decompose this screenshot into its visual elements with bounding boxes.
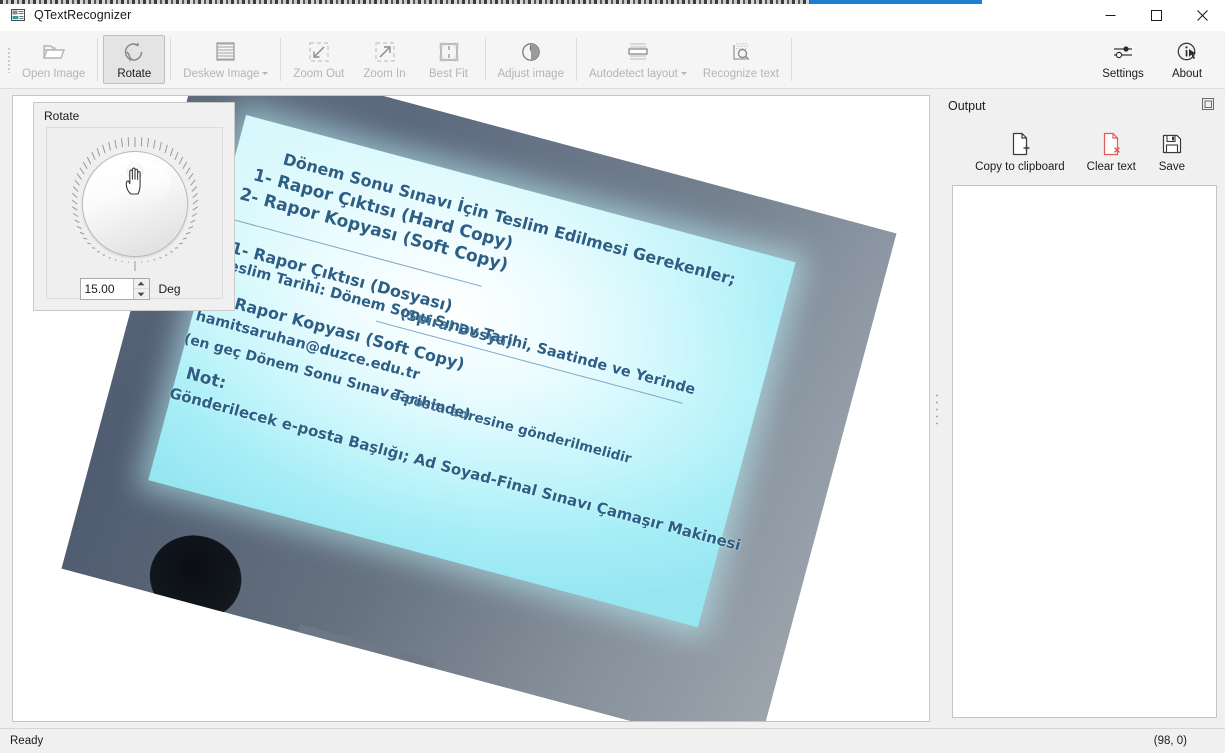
- main-body: Dönem Sonu Sınavı İçin Teslim Edilmesi G…: [0, 89, 1225, 728]
- rotation-value-input[interactable]: [80, 279, 133, 299]
- title-bar: QTextRecognizer: [0, 0, 1225, 31]
- toolbar-button-settings[interactable]: Settings: [1092, 35, 1154, 84]
- rotation-spinbox[interactable]: [79, 278, 150, 300]
- rotate-panel-body: Deg: [46, 127, 223, 300]
- toolbar-separator: [790, 38, 792, 81]
- best-fit-icon: [434, 39, 464, 65]
- document-plus-icon: [1006, 131, 1034, 157]
- toolbar-label-recognize-text: Recognize text: [702, 68, 779, 80]
- document-delete-icon: [1097, 131, 1125, 157]
- clear-text-button[interactable]: Clear text: [1083, 129, 1140, 175]
- output-title: Output: [948, 99, 986, 113]
- contrast-circle-icon: [516, 39, 546, 65]
- toolbar-button-about[interactable]: About: [1156, 35, 1218, 84]
- save-button[interactable]: Save: [1154, 129, 1190, 175]
- rotate-icon: [119, 39, 149, 65]
- toolbar-drag-handle[interactable]: [4, 31, 14, 88]
- rotation-dial[interactable]: [67, 136, 203, 272]
- image-canvas[interactable]: Dönem Sonu Sınavı İçin Teslim Edilmesi G…: [12, 95, 930, 722]
- toolbar-button-zoom-in[interactable]: Zoom In: [354, 35, 416, 84]
- close-button[interactable]: [1179, 0, 1225, 31]
- toolbar-button-rotate[interactable]: Rotate: [103, 35, 166, 84]
- minimize-button[interactable]: [1087, 0, 1133, 31]
- app-window-icon: [10, 7, 26, 23]
- layout-detect-icon: [623, 39, 653, 65]
- maximize-button[interactable]: [1133, 0, 1179, 31]
- toolbar-button-open-image[interactable]: Open Image: [15, 35, 92, 84]
- toolbar-button-deskew-image[interactable]: Deskew Image: [176, 35, 275, 84]
- toolbar-label-adjust-image: Adjust image: [497, 68, 564, 80]
- clear-text-label: Clear text: [1086, 161, 1136, 173]
- toolbar-button-recognize-text[interactable]: Recognize text: [696, 35, 786, 84]
- degree-unit-label: Deg: [158, 282, 181, 296]
- toolbar-right-group: Settings About: [1091, 31, 1225, 88]
- toolbar-label-open-image: Open Image: [22, 68, 86, 80]
- toolbar-label-best-fit: Best Fit: [429, 68, 468, 80]
- spinbox-stepper[interactable]: [132, 279, 149, 299]
- rotate-panel: Rotate 15.00 Deg: [33, 102, 235, 311]
- status-message: Ready: [10, 735, 44, 747]
- toolbar-separator: [280, 38, 282, 81]
- cursor-coordinates: (98, 0): [1153, 735, 1187, 747]
- copy-to-clipboard-label: Copy to clipboard: [975, 161, 1065, 173]
- toolbar-label-rotate: Rotate: [117, 68, 152, 80]
- toolbar-separator: [575, 38, 577, 81]
- folder-open-icon: [39, 39, 69, 65]
- window-controls: [1087, 0, 1225, 31]
- floppy-save-icon: [1158, 131, 1186, 157]
- save-label: Save: [1158, 161, 1185, 173]
- copy-to-clipboard-button[interactable]: Copy to clipboard: [971, 129, 1069, 175]
- toolbar-button-best-fit[interactable]: Best Fit: [418, 35, 480, 84]
- toolbar-label-zoom-in: Zoom In: [363, 68, 406, 80]
- output-actions: Copy to clipboard Clear text Save: [944, 117, 1217, 185]
- image-pane: Dönem Sonu Sınavı İçin Teslim Edilmesi G…: [0, 89, 930, 728]
- application-window: QTextRecognizer Open Image Rotate Deskew…: [0, 0, 1225, 753]
- status-bar: Ready (98, 0): [0, 728, 1225, 753]
- toolbar-separator: [97, 38, 99, 81]
- toolbar-label-about: About: [1171, 68, 1203, 80]
- undock-icon[interactable]: [1201, 97, 1215, 111]
- rotate-panel-title: Rotate: [44, 109, 80, 123]
- info-circle-icon: [1172, 39, 1202, 65]
- toolbar-label-zoom-out: Zoom Out: [293, 68, 345, 80]
- rotation-value-row: Deg: [79, 278, 181, 300]
- spinbox-up-arrow[interactable]: [133, 279, 149, 289]
- output-text-area[interactable]: [952, 185, 1217, 718]
- toolbar-label-settings: Settings: [1102, 68, 1144, 80]
- pane-splitter[interactable]: [930, 89, 944, 728]
- toolbar-button-autodetect-layout[interactable]: Autodetect layout: [582, 35, 694, 84]
- sliders-icon: [1108, 39, 1138, 65]
- main-toolbar: Open Image Rotate Deskew Image Zoom Out …: [0, 31, 1225, 89]
- spinbox-down-arrow[interactable]: [134, 289, 149, 299]
- toolbar-button-adjust-image[interactable]: Adjust image: [491, 35, 571, 84]
- toolbar-label-deskew-image: Deskew Image: [183, 68, 268, 81]
- toolbar-button-zoom-out[interactable]: Zoom Out: [286, 35, 351, 84]
- pointing-hand-cursor: [125, 167, 141, 195]
- toolbar-separator: [484, 38, 486, 81]
- ocr-magnifier-icon: [726, 39, 756, 65]
- zoom-out-icon: [304, 39, 334, 65]
- deskew-lines-icon: [211, 39, 241, 65]
- toolbar-label-autodetect-layout: Autodetect layout: [589, 68, 687, 81]
- zoom-in-icon: [370, 39, 400, 65]
- toolbar-separator: [170, 38, 172, 81]
- output-pane: Output Copy to clipboard Clear text Save: [944, 89, 1225, 728]
- window-title: QTextRecognizer: [34, 8, 132, 22]
- output-header: Output: [944, 95, 1217, 117]
